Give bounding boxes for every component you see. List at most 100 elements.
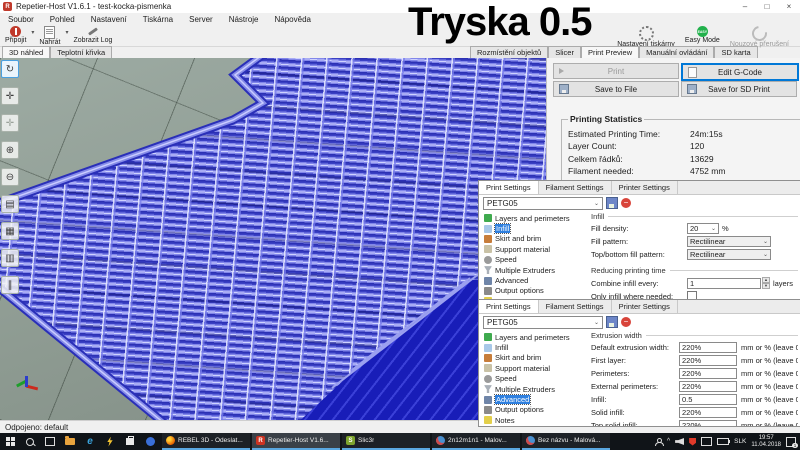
- connect-button[interactable]: Připojit: [0, 25, 31, 44]
- tab-object-placement[interactable]: Rozmístění objektů: [470, 46, 548, 58]
- tab-filament-settings[interactable]: Filament Settings: [539, 300, 612, 313]
- delete-preset-icon[interactable]: −: [621, 198, 631, 208]
- tree-item-skirt[interactable]: Skirt and brim: [484, 234, 590, 244]
- tree-item-advanced[interactable]: Advanced: [484, 394, 590, 404]
- tree-item-extruders[interactable]: Multiple Extruders: [484, 265, 590, 275]
- language-indicator[interactable]: SLK: [734, 438, 746, 445]
- tab-print-settings[interactable]: Print Settings: [479, 300, 539, 313]
- viewport-3d[interactable]: [0, 58, 546, 420]
- save-to-file-button[interactable]: Save to File: [553, 81, 679, 97]
- menu-napoveda[interactable]: Nápověda: [267, 15, 319, 24]
- menu-server[interactable]: Server: [181, 15, 221, 24]
- tool-rotate-button[interactable]: ↻: [1, 60, 19, 78]
- tool-top-view-button[interactable]: ▥: [1, 249, 19, 267]
- tree-item-output[interactable]: Output options: [484, 405, 590, 415]
- printer-settings-button[interactable]: Nastavení tiskárny: [612, 25, 680, 48]
- tool-move-object-button[interactable]: ✛: [1, 114, 19, 132]
- tree-item-notes[interactable]: Notes: [484, 415, 590, 425]
- battery-icon[interactable]: [717, 438, 729, 445]
- load-button[interactable]: Nahrát: [34, 25, 65, 46]
- default-extrusion-width-input[interactable]: 220%: [679, 342, 737, 353]
- taskbar-slic3r[interactable]: S Slic3r: [342, 433, 430, 450]
- preset-select[interactable]: PETG05 ⌄: [483, 197, 603, 210]
- first-layer-input[interactable]: 220%: [679, 355, 737, 366]
- volume-icon[interactable]: [675, 438, 684, 445]
- winamp-icon[interactable]: [100, 433, 120, 450]
- menu-soubor[interactable]: Soubor: [0, 15, 42, 24]
- tree-item-speed[interactable]: Speed: [484, 374, 590, 384]
- notification-center-icon[interactable]: 1: [786, 437, 796, 447]
- print-button[interactable]: Print: [553, 63, 679, 79]
- taskbar-paint-1[interactable]: 2n12m1n1 - Malov...: [432, 433, 520, 450]
- save-for-sd-button[interactable]: Save for SD Print: [681, 81, 797, 97]
- tab-manual-control[interactable]: Manuální ovládání: [639, 46, 714, 58]
- tree-item-speed[interactable]: Speed: [484, 255, 590, 265]
- tab-slicer[interactable]: Slicer: [548, 46, 581, 58]
- taskbar-repetier-host[interactable]: R Repetier-Host V1.6...: [252, 433, 340, 450]
- pinned-app-icon[interactable]: [140, 433, 160, 450]
- tool-move-button[interactable]: ✛: [1, 87, 19, 105]
- tool-fit-view-button[interactable]: ∥: [1, 276, 19, 294]
- minimize-button[interactable]: –: [734, 2, 756, 11]
- solid-infill-input[interactable]: 220%: [679, 407, 737, 418]
- tree-item-extruders[interactable]: Multiple Extruders: [484, 384, 590, 394]
- spinner-buttons[interactable]: ▲ ▼: [762, 277, 770, 289]
- emergency-stop-button[interactable]: Nouzové přerušení: [725, 25, 794, 48]
- tool-zoom-out-button[interactable]: ⊖: [1, 168, 19, 186]
- maximize-button[interactable]: □: [756, 2, 778, 11]
- tab-printer-settings[interactable]: Printer Settings: [612, 300, 678, 313]
- delete-preset-icon[interactable]: −: [621, 317, 631, 327]
- tree-item-layers[interactable]: Layers and perimeters: [484, 213, 590, 223]
- file-explorer-icon[interactable]: [60, 433, 80, 450]
- tree-item-advanced[interactable]: Advanced: [484, 275, 590, 285]
- fill-pattern-select[interactable]: Rectilinear ⌄: [687, 236, 771, 247]
- clock[interactable]: 19:57 11.04.2018: [751, 435, 781, 449]
- tab-print-preview[interactable]: Print Preview: [581, 46, 639, 58]
- menu-pohled[interactable]: Pohled: [42, 15, 83, 24]
- fill-density-combo[interactable]: 20 ⌄: [687, 223, 719, 234]
- tree-item-layers[interactable]: Layers and perimeters: [484, 332, 590, 342]
- tree-item-skirt[interactable]: Skirt and brim: [484, 353, 590, 363]
- tree-item-infill[interactable]: Infill: [484, 223, 590, 233]
- preset-select[interactable]: PETG05 ⌄: [483, 316, 603, 329]
- menu-tiskarna[interactable]: Tiskárna: [135, 15, 181, 24]
- perimeters-input[interactable]: 220%: [679, 368, 737, 379]
- tab-filament-settings[interactable]: Filament Settings: [539, 181, 612, 194]
- store-icon[interactable]: [120, 433, 140, 450]
- tab-temperature-curve[interactable]: Teplotní křivka: [50, 46, 112, 58]
- tab-printer-settings[interactable]: Printer Settings: [612, 181, 678, 194]
- tree-item-output[interactable]: Output options: [484, 286, 590, 296]
- task-view-icon[interactable]: [40, 433, 60, 450]
- tab-print-settings[interactable]: Print Settings: [479, 181, 539, 194]
- search-icon[interactable]: [20, 433, 40, 450]
- tool-zoom-in-button[interactable]: ⊕: [1, 141, 19, 159]
- antivirus-icon[interactable]: [689, 438, 696, 446]
- tab-sd-card[interactable]: SD karta: [714, 46, 757, 58]
- taskbar-firefox[interactable]: REBEL 3D - Odeslat...: [162, 433, 250, 450]
- close-button[interactable]: ×: [778, 2, 800, 11]
- tree-item-infill[interactable]: Infill: [484, 342, 590, 352]
- tool-front-view-button[interactable]: ▦: [1, 222, 19, 240]
- tree-item-support[interactable]: Support material: [484, 244, 590, 254]
- tab-3d-view[interactable]: 3D náhled: [2, 46, 50, 58]
- show-hidden-icons[interactable]: ^: [667, 438, 670, 445]
- show-log-button[interactable]: Zobrazit Log: [68, 25, 117, 44]
- edge-icon[interactable]: e: [80, 433, 100, 450]
- save-preset-icon[interactable]: [606, 316, 618, 328]
- top-solid-infill-input[interactable]: 220%: [679, 420, 737, 427]
- easy-mode-button[interactable]: EASY Easy Mode: [680, 25, 725, 44]
- start-button[interactable]: [0, 433, 20, 450]
- tree-item-support[interactable]: Support material: [484, 363, 590, 373]
- infill-width-input[interactable]: 0.5: [679, 394, 737, 405]
- edit-gcode-button[interactable]: Edit G-Code: [681, 63, 799, 81]
- menu-nastaveni[interactable]: Nastavení: [83, 15, 135, 24]
- menu-nastroje[interactable]: Nástroje: [221, 15, 267, 24]
- combine-infill-input[interactable]: 1: [687, 278, 761, 289]
- taskbar-paint-2[interactable]: Bez názvu - Malová...: [522, 433, 610, 450]
- people-icon[interactable]: [655, 438, 662, 445]
- top-bottom-pattern-select[interactable]: Rectilinear ⌄: [687, 249, 771, 260]
- tool-isometric-view-button[interactable]: ▤: [1, 195, 19, 213]
- external-perimeters-input[interactable]: 220%: [679, 381, 737, 392]
- save-preset-icon[interactable]: [606, 197, 618, 209]
- display-icon[interactable]: [701, 437, 712, 446]
